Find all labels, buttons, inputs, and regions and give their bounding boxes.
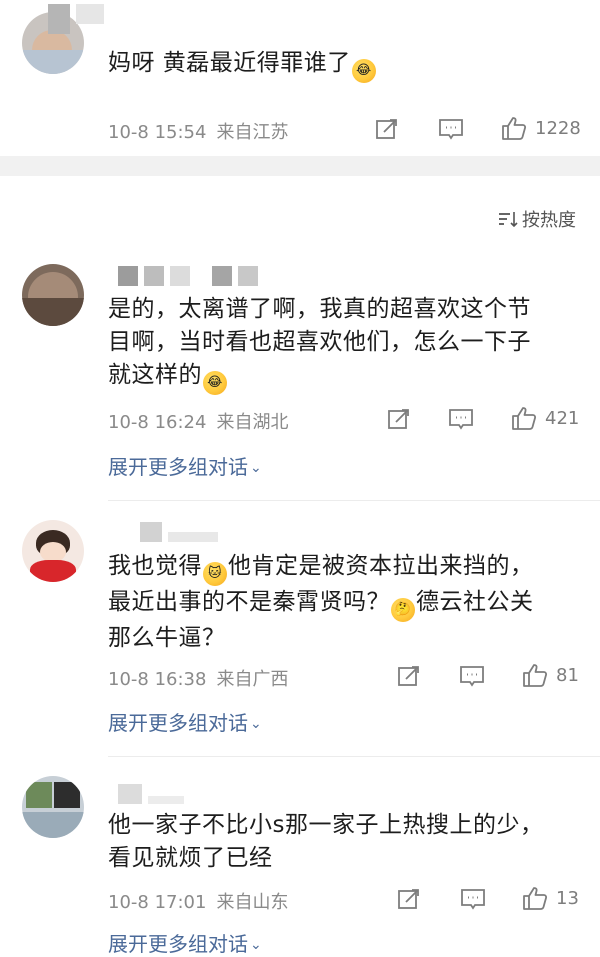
- like-count: 1228: [535, 117, 581, 139]
- sort-icon: [499, 212, 518, 228]
- comment-location: 来自江苏: [216, 122, 289, 143]
- expand-label: 展开更多组对话: [108, 711, 248, 735]
- comment-text: 我也觉得 🐱 他肯定是被资本拉出来挡的， 最近出事的不是秦霄贤吗？ 🤔 德云社公关 那么…: [108, 550, 578, 655]
- comment-text-line: 他肯定是被资本拉出来挡的，: [228, 553, 534, 579]
- repost-button[interactable]: [387, 407, 411, 431]
- divider: [108, 756, 600, 757]
- comment-text: 他一家子不比小s那一家子上热搜上的少， 看见就烦了已经: [108, 809, 578, 875]
- comment-text-content: 妈呀 黄磊最近得罪谁了: [108, 50, 351, 76]
- comment-text-line: 德云社公关: [416, 589, 534, 615]
- comment-icon: [461, 889, 485, 910]
- expand-label: 展开更多组对话: [108, 932, 248, 956]
- chevron-down-icon: ⌄: [250, 716, 262, 732]
- like-button[interactable]: 421: [511, 405, 579, 431]
- like-button[interactable]: 13: [522, 885, 579, 911]
- like-count: 81: [556, 664, 579, 686]
- comment-meta: 10-8 17:01 来自山东: [108, 888, 288, 914]
- expand-label: 展开更多组对话: [108, 455, 248, 479]
- comment-location: 来自山东: [216, 892, 289, 913]
- comment-meta: 10-8 16:24 来自湖北: [108, 408, 288, 434]
- comment-icon: [460, 666, 484, 687]
- expand-more-replies-link[interactable]: 展开更多组对话 ⌄: [108, 451, 262, 480]
- avatar[interactable]: [22, 776, 84, 838]
- chevron-down-icon: ⌄: [250, 937, 262, 953]
- comment-text-line: 我也觉得: [108, 553, 202, 579]
- comment-button[interactable]: [438, 117, 464, 141]
- comment-date: 10-8 16:24: [108, 412, 207, 433]
- username-blurred[interactable]: [140, 522, 224, 542]
- divider: [108, 500, 600, 501]
- laughing-crying-emoji-icon: 😂: [203, 371, 227, 395]
- comment-date: 10-8 17:01: [108, 892, 207, 913]
- like-button[interactable]: 1228: [501, 115, 581, 141]
- comment-text: 是的，太离谱了啊，我真的超喜欢这个节 目啊，当时看也超喜欢他们，怎么一下子 就这…: [108, 293, 578, 395]
- repost-button[interactable]: [375, 117, 399, 141]
- username-blurred[interactable]: [48, 4, 110, 34]
- thumbs-up-icon: [512, 407, 537, 430]
- cat-face-emoji-icon: 🐱: [203, 562, 227, 586]
- like-count: 13: [556, 887, 579, 909]
- thumbs-up-icon: [502, 117, 527, 140]
- avatar[interactable]: [22, 520, 84, 582]
- thumbs-up-icon: [523, 664, 548, 687]
- username-blurred[interactable]: [118, 266, 264, 286]
- like-button[interactable]: 81: [522, 662, 579, 688]
- comment-text-line: 就这样的: [108, 362, 202, 388]
- comment-meta: 10-8 15:54 来自江苏: [108, 118, 288, 144]
- repost-icon: [388, 409, 409, 429]
- thinking-emoji-icon: 🤔: [391, 598, 415, 622]
- comment-icon: [439, 119, 463, 140]
- repost-icon: [398, 889, 419, 909]
- username-blurred[interactable]: [118, 784, 190, 804]
- avatar[interactable]: [22, 264, 84, 326]
- section-divider: [0, 156, 600, 176]
- comment-text-line: 是的，太离谱了啊，我真的超喜欢这个节: [108, 296, 531, 322]
- sort-by-hot-button[interactable]: 按热度: [498, 206, 576, 232]
- comment-location: 来自广西: [216, 669, 289, 690]
- comment-button[interactable]: [448, 407, 474, 431]
- comment-date: 10-8 16:38: [108, 669, 207, 690]
- repost-icon: [398, 666, 419, 686]
- comment-location: 来自湖北: [216, 412, 289, 433]
- repost-button[interactable]: [397, 887, 421, 911]
- laughing-crying-emoji-icon: 😂: [351, 59, 376, 83]
- comment-text-line: 他一家子不比小s那一家子上热搜上的少，: [108, 812, 544, 838]
- expand-more-replies-link[interactable]: 展开更多组对话 ⌄: [108, 707, 262, 736]
- comment-meta: 10-8 16:38 来自广西: [108, 665, 288, 691]
- comment-date: 10-8 15:54: [108, 122, 207, 143]
- comment-text-line: 最近出事的不是秦霄贤吗？: [108, 589, 390, 615]
- comment-button[interactable]: [459, 664, 485, 688]
- repost-button[interactable]: [397, 664, 421, 688]
- comment-text: 妈呀 黄磊最近得罪谁了 😂: [108, 47, 578, 83]
- comment-icon: [449, 409, 473, 430]
- sort-label: 按热度: [522, 210, 576, 231]
- comment-text-line: 看见就烦了已经: [108, 845, 273, 871]
- like-count: 421: [545, 407, 580, 429]
- thumbs-up-icon: [523, 887, 548, 910]
- comment-button[interactable]: [460, 887, 486, 911]
- expand-more-replies-link[interactable]: 展开更多组对话 ⌄: [108, 928, 262, 957]
- repost-icon: [376, 119, 397, 139]
- comment-text-line: 那么牛逼？: [108, 625, 226, 651]
- comment-text-line: 目啊，当时看也超喜欢他们，怎么一下子: [108, 329, 531, 355]
- chevron-down-icon: ⌄: [250, 460, 262, 476]
